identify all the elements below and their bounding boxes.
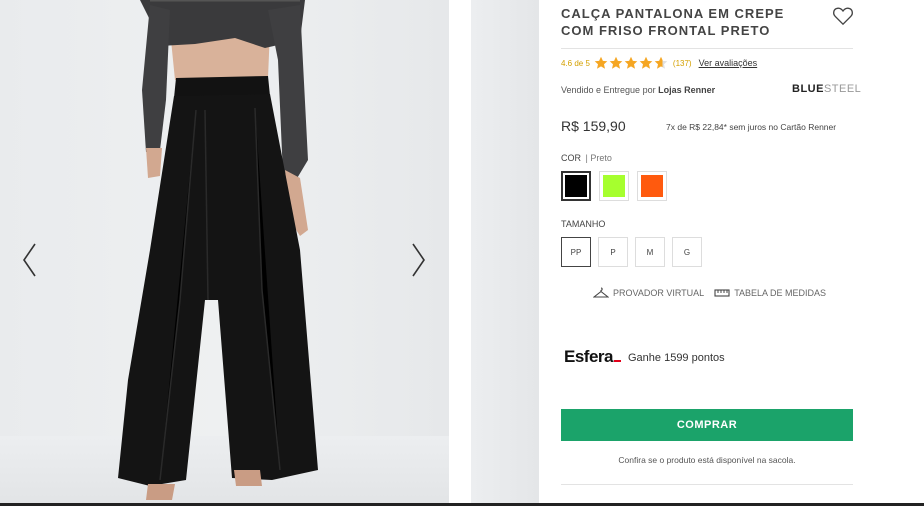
size-chart-label: TABELA DE MEDIDAS [734, 288, 827, 298]
swatch-fill [565, 175, 587, 197]
star-icon [654, 56, 668, 69]
gallery-next-button[interactable] [408, 240, 428, 280]
size-option-p[interactable]: P [598, 237, 628, 267]
availability-note: Confira se o produto está disponível na … [618, 455, 796, 465]
esfera-points: Ganhe 1599 pontos [628, 352, 725, 364]
product-image-secondary[interactable] [471, 0, 539, 506]
price: R$ 159,90 [561, 118, 626, 134]
chevron-left-icon [23, 243, 36, 277]
swatch-fill [603, 175, 625, 197]
see-reviews-link[interactable]: Ver avaliações [699, 58, 758, 68]
brand-light: STEEL [823, 83, 862, 95]
heart-icon [833, 7, 853, 26]
product-title: CALÇA PANTALONA EM CREPE COM FRISO FRONT… [561, 6, 785, 38]
color-swatches [561, 171, 667, 201]
size-option-m[interactable]: M [635, 237, 665, 267]
size-option-g[interactable]: G [672, 237, 702, 267]
color-swatch-verde[interactable] [599, 171, 629, 201]
title-divider [561, 48, 853, 49]
star-icon [639, 56, 653, 69]
seller-prefix: Vendido e Entregue por [561, 85, 659, 95]
installments: 7x de R$ 22,84* sem juros no Cartão Renn… [666, 122, 837, 132]
gallery-gap [449, 0, 471, 506]
virtual-fitting-label: PROVADOR VIRTUAL [613, 288, 705, 298]
virtual-fitting-link[interactable]: PROVADOR VIRTUAL [593, 287, 704, 299]
size-options: PP P M G [561, 237, 702, 267]
star-icon [594, 56, 608, 69]
rating-score: 4.6 de 5 [561, 58, 590, 68]
size-chart-link[interactable]: TABELA DE MEDIDAS [714, 287, 826, 299]
ruler-icon [714, 289, 730, 297]
fit-links: PROVADOR VIRTUAL TABELA DE MEDIDAS [593, 287, 826, 299]
color-swatch-laranja[interactable] [637, 171, 667, 201]
seller-info: Vendido e Entregue por Lojas Renner [561, 85, 715, 95]
brand-logo[interactable]: BLUESTEEL [792, 83, 861, 95]
buy-button[interactable]: COMPRAR [561, 409, 853, 441]
color-swatch-preto[interactable] [561, 171, 591, 201]
color-selected-value: | Preto [585, 153, 612, 163]
bottom-divider [561, 484, 853, 485]
rating-row: 4.6 de 5 (137) Ver avaliações [561, 55, 757, 71]
product-page: CALÇA PANTALONA EM CREPE COM FRISO FRONT… [0, 0, 924, 506]
wishlist-button[interactable] [832, 6, 854, 26]
model-photo [118, 0, 318, 500]
seller-name: Lojas Renner [658, 85, 716, 95]
esfera-logo: Esfera [564, 347, 621, 367]
size-option-pp[interactable]: PP [561, 237, 591, 267]
rating-count: (137) [672, 58, 692, 68]
gallery-prev-button[interactable] [20, 240, 40, 280]
chevron-right-icon [412, 243, 425, 277]
color-label: COR | Preto [561, 153, 612, 163]
swatch-fill [641, 175, 663, 197]
esfera-logo-accent [613, 360, 621, 362]
brand-bold: BLUE [792, 83, 824, 95]
color-label-text: COR [561, 153, 581, 163]
product-image-gallery[interactable] [0, 0, 449, 506]
size-label: TAMANHO [561, 219, 606, 229]
star-icon [609, 56, 623, 69]
hanger-icon [593, 287, 609, 298]
star-icon [624, 56, 638, 69]
rating-stars [594, 56, 668, 70]
esfera-logo-text: Esfera [564, 347, 613, 366]
